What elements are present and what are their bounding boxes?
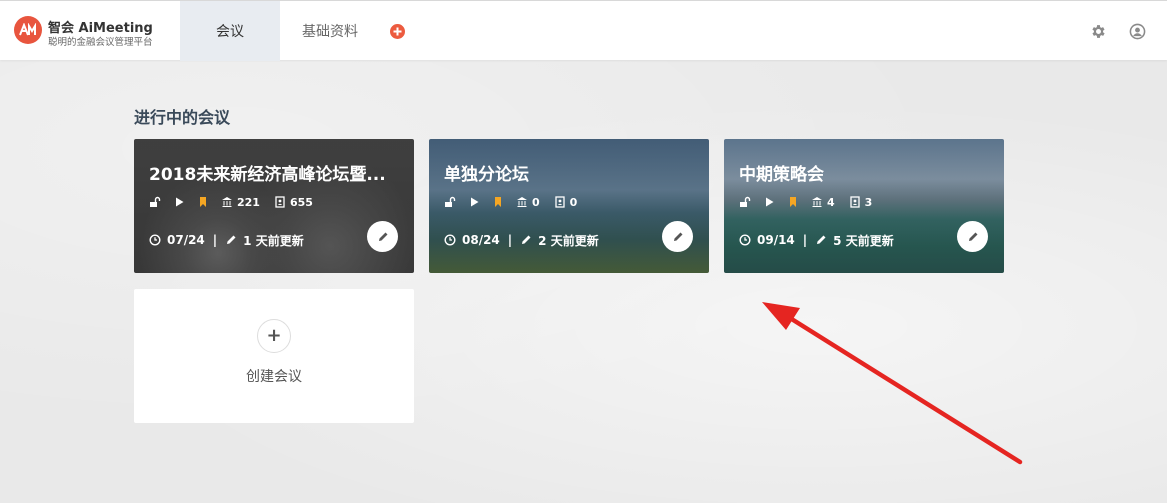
meeting-stats: 4 3 — [739, 195, 886, 209]
meeting-title: 中期策略会 — [739, 165, 824, 185]
bookmark-icon[interactable] — [492, 196, 504, 208]
clock-icon — [739, 234, 751, 246]
meeting-date: 07/24 — [167, 233, 205, 247]
pencil-icon — [815, 234, 827, 246]
pencil-icon — [378, 232, 387, 241]
edit-meeting-button[interactable] — [367, 221, 398, 252]
unlock-icon[interactable] — [444, 196, 456, 208]
meeting-meta: 09/14 | 5 天前更新 — [739, 233, 894, 248]
tab-meetings-label: 会议 — [216, 24, 244, 40]
meeting-updated: 1 天前更新 — [243, 233, 304, 248]
unlock-icon[interactable] — [149, 196, 161, 208]
contact-card-icon — [274, 196, 286, 208]
play-icon[interactable] — [173, 196, 185, 208]
meeting-updated: 5 天前更新 — [833, 233, 894, 248]
create-meeting-label: 创建会议 — [246, 369, 302, 385]
meeting-meta: 08/24 | 2 天前更新 — [444, 233, 599, 248]
tab-meetings[interactable]: 会议 — [180, 1, 280, 61]
meeting-card[interactable]: 单独分论坛 0 0 08/24 | 2 天前更新 — [429, 139, 709, 273]
brand-subtitle: 聪明的金融会议管理平台 — [48, 37, 153, 48]
unlock-icon[interactable] — [739, 196, 751, 208]
meeting-stats: 0 0 — [444, 195, 591, 209]
aimeeting-logo[interactable] — [14, 16, 42, 44]
attendee-count-value: 0 — [569, 195, 578, 209]
create-meeting-card[interactable]: + 创建会议 — [134, 289, 414, 423]
venue-count-value: 0 — [532, 195, 540, 209]
institution-icon — [516, 196, 528, 208]
meta-separator: | — [507, 233, 513, 247]
attendee-count: 655 — [274, 196, 313, 209]
meeting-updated: 2 天前更新 — [538, 233, 599, 248]
attendee-count: 3 — [849, 195, 873, 209]
user-circle-icon[interactable] — [1129, 23, 1146, 40]
play-icon[interactable] — [763, 196, 775, 208]
meeting-title: 单独分论坛 — [444, 165, 529, 185]
institution-icon — [811, 196, 823, 208]
pencil-icon — [225, 234, 237, 246]
contact-card-icon — [849, 196, 861, 208]
plus-circle-icon[interactable] — [390, 24, 405, 39]
venue-count: 4 — [811, 196, 835, 209]
attendee-count-value: 3 — [864, 195, 873, 209]
pencil-icon — [520, 234, 532, 246]
play-icon[interactable] — [468, 196, 480, 208]
meeting-title: 2018未来新经济高峰论坛暨... — [149, 165, 386, 185]
meeting-stats: 221 655 — [149, 195, 327, 209]
tab-basic-data-label: 基础资料 — [302, 24, 358, 40]
contact-card-icon — [554, 196, 566, 208]
pencil-icon — [673, 232, 682, 241]
meta-separator: | — [802, 233, 808, 247]
venue-count-value: 221 — [237, 195, 260, 209]
plus-icon[interactable]: + — [257, 319, 291, 353]
venue-count: 0 — [516, 196, 540, 209]
edit-meeting-button[interactable] — [957, 221, 988, 252]
edit-meeting-button[interactable] — [662, 221, 693, 252]
venue-count-value: 4 — [827, 195, 835, 209]
meeting-meta: 07/24 | 1 天前更新 — [149, 233, 304, 248]
pencil-icon — [968, 232, 977, 241]
clock-icon — [149, 234, 161, 246]
clock-icon — [444, 234, 456, 246]
gear-icon[interactable] — [1090, 23, 1107, 40]
bookmark-icon[interactable] — [787, 196, 799, 208]
tab-basic-data[interactable]: 基础资料 — [290, 1, 370, 61]
meeting-date: 09/14 — [757, 233, 795, 247]
institution-icon — [221, 196, 233, 208]
attendee-count-value: 655 — [289, 195, 313, 209]
meeting-card[interactable]: 中期策略会 4 3 09/14 | 5 天前更新 — [724, 139, 1004, 273]
top-navigation-bar: 智会 AiMeeting 聪明的金融会议管理平台 会议 基础资料 — [0, 0, 1167, 61]
attendee-count: 0 — [554, 195, 578, 209]
bookmark-icon[interactable] — [197, 196, 209, 208]
meta-separator: | — [212, 233, 218, 247]
meeting-card[interactable]: 2018未来新经济高峰论坛暨... 221 655 07/24 | 1 天前更新 — [134, 139, 414, 273]
meeting-date: 08/24 — [462, 233, 500, 247]
venue-count: 221 — [221, 196, 260, 209]
section-title: 进行中的会议 — [134, 108, 231, 127]
